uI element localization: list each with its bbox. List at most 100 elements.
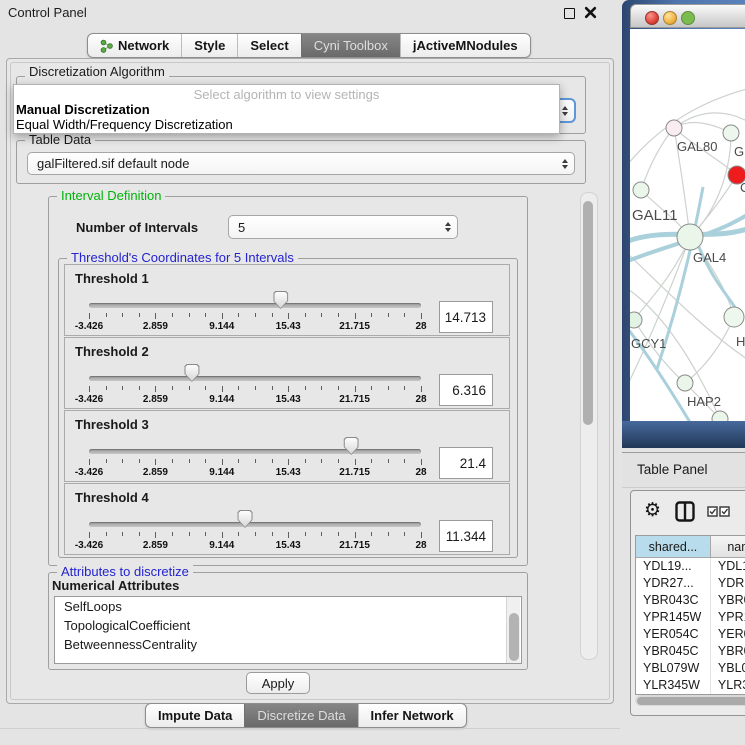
threshold-value-field[interactable]: 21.4 <box>439 447 493 479</box>
table-cell[interactable]: YER054C <box>636 626 711 643</box>
close-icon[interactable] <box>584 6 597 19</box>
threshold-value-field[interactable]: 6.316 <box>439 374 493 406</box>
network-node[interactable] <box>677 375 693 391</box>
table-cell[interactable]: YDR27... <box>711 575 745 592</box>
threshold-value-field[interactable]: 11.344 <box>439 520 493 552</box>
bottom-tab-discretize-data[interactable]: Discretize Data <box>244 704 357 727</box>
column-header-name[interactable]: name <box>711 536 745 557</box>
threshold-slider-thumb[interactable] <box>344 437 359 455</box>
table-cell[interactable]: YBL079W <box>636 660 711 677</box>
node-label: GAL4 <box>693 250 726 265</box>
float-window-icon[interactable] <box>564 8 575 19</box>
gear-icon[interactable]: ⚙ <box>644 499 661 521</box>
divider <box>0 728 620 729</box>
numerical-attribute-item[interactable]: BetweennessCentrality <box>55 635 521 654</box>
table-row[interactable]: YBL079WYBL079W <box>636 660 745 677</box>
network-window-titlebar[interactable] <box>630 4 745 28</box>
table-hscrollbar[interactable] <box>635 695 745 706</box>
threshold-slider-track[interactable] <box>89 376 421 381</box>
network-node[interactable] <box>677 224 703 250</box>
tick-mark <box>305 459 306 463</box>
tab-jactivemnodules[interactable]: jActiveMNodules <box>400 34 530 57</box>
network-node[interactable] <box>633 182 649 198</box>
apply-button[interactable]: Apply <box>246 672 310 694</box>
tab-label: Network <box>118 34 169 57</box>
tick-label: 21.715 <box>339 540 370 551</box>
bottom-tab-impute-data[interactable]: Impute Data <box>146 704 244 727</box>
num-intervals-combobox[interactable]: 5 <box>228 215 458 239</box>
table-row[interactable]: YDR27...YDR27... <box>636 575 745 592</box>
threshold-label: Threshold 1 <box>75 271 149 286</box>
mac-zoom-button[interactable] <box>681 11 695 25</box>
column-header-shared[interactable]: shared... <box>636 536 711 557</box>
threshold-slider-track[interactable] <box>89 449 421 454</box>
table-hscrollbar-thumb[interactable] <box>637 697 745 705</box>
table-cell[interactable]: YBR045C <box>711 643 745 660</box>
settings-scrollbar[interactable] <box>580 192 598 660</box>
tick-mark <box>139 532 140 536</box>
network-node[interactable] <box>724 307 744 327</box>
algorithm-popup-list: Manual DiscretizationEqual Width/Frequen… <box>14 102 559 132</box>
table-cell[interactable]: YDL19... <box>636 558 711 575</box>
mac-close-button[interactable] <box>645 11 659 25</box>
threshold-slider-thumb[interactable] <box>238 510 253 528</box>
tick-mark <box>238 459 239 463</box>
table-cell[interactable]: YPR145W <box>711 609 745 626</box>
numerical-attribute-item[interactable]: SelfLoops <box>55 597 521 616</box>
numerical-attributes-label: Numerical Attributes <box>52 578 179 593</box>
columns-icon[interactable] <box>675 501 695 522</box>
tick-mark <box>404 532 405 536</box>
tab-select[interactable]: Select <box>237 34 300 57</box>
num-intervals-value: 5 <box>238 220 245 235</box>
tab-network[interactable]: Network <box>88 34 181 57</box>
bottom-tab-infer-network[interactable]: Infer Network <box>358 704 466 727</box>
attributes-scrollbar[interactable] <box>506 597 520 663</box>
tab-cyni-toolbox[interactable]: Cyni Toolbox <box>301 34 400 57</box>
mac-minimize-button[interactable] <box>663 11 677 25</box>
tick-mark <box>122 313 123 317</box>
threshold-slider-thumb[interactable] <box>273 291 288 309</box>
table-row[interactable]: YBR045CYBR045C <box>636 643 745 660</box>
node-label: GCY1 <box>631 336 666 351</box>
table-cell[interactable]: YER054C <box>711 626 745 643</box>
tick-mark <box>172 459 173 463</box>
network-graph: GAL80GCGAL11GAL4GCY1HHAP2 <box>630 29 745 421</box>
network-canvas[interactable]: GAL80GCGAL11GAL4GCY1HHAP2 <box>630 29 745 421</box>
threshold-slider-track[interactable] <box>89 303 421 308</box>
tab-style[interactable]: Style <box>181 34 237 57</box>
table-row[interactable]: YBR043CYBR043C <box>636 592 745 609</box>
tick-label: 28 <box>415 540 426 551</box>
table-cell[interactable]: YLR345W <box>711 677 745 694</box>
settings-scrollbar-thumb[interactable] <box>583 201 593 425</box>
network-node[interactable] <box>630 312 642 328</box>
table-row[interactable]: YPR145WYPR145W <box>636 609 745 626</box>
table-row[interactable]: YDL19...YDL19... <box>636 558 745 575</box>
table-cell[interactable]: YBR045C <box>636 643 711 660</box>
numerical-attribute-item[interactable]: TopologicalCoefficient <box>55 616 521 635</box>
table-cell[interactable]: YBR043C <box>636 592 711 609</box>
tick-mark <box>421 532 422 538</box>
popup-item-equal-width-frequency-discretization[interactable]: Equal Width/Frequency Discretization <box>14 117 559 132</box>
popup-item-manual-discretization[interactable]: Manual Discretization <box>14 102 559 117</box>
table-row[interactable]: YER054CYER054C <box>636 626 745 643</box>
table-cell[interactable]: YBL079W <box>711 660 745 677</box>
tick-mark <box>106 386 107 390</box>
table-cell[interactable]: YDR27... <box>636 575 711 592</box>
tick-mark <box>272 532 273 536</box>
table-cell[interactable]: YLR345W <box>636 677 711 694</box>
tick-mark <box>404 313 405 317</box>
threshold-value-field[interactable]: 14.713 <box>439 301 493 333</box>
table-row[interactable]: YLR345WYLR345W <box>636 677 745 694</box>
attributes-scrollbar-thumb[interactable] <box>509 613 519 661</box>
table-cell[interactable]: YDL19... <box>711 558 745 575</box>
checkbox-icons[interactable] <box>707 506 730 517</box>
threshold-slider-track[interactable] <box>89 522 421 527</box>
network-node[interactable] <box>666 120 682 136</box>
table-cell[interactable]: YPR145W <box>636 609 711 626</box>
table-data-combobox[interactable]: galFiltered.sif default node <box>27 152 575 175</box>
network-node[interactable] <box>723 125 739 141</box>
tick-mark <box>371 459 372 463</box>
tick-mark <box>421 386 422 392</box>
threshold-slider-thumb[interactable] <box>184 364 199 382</box>
table-cell[interactable]: YBR043C <box>711 592 745 609</box>
